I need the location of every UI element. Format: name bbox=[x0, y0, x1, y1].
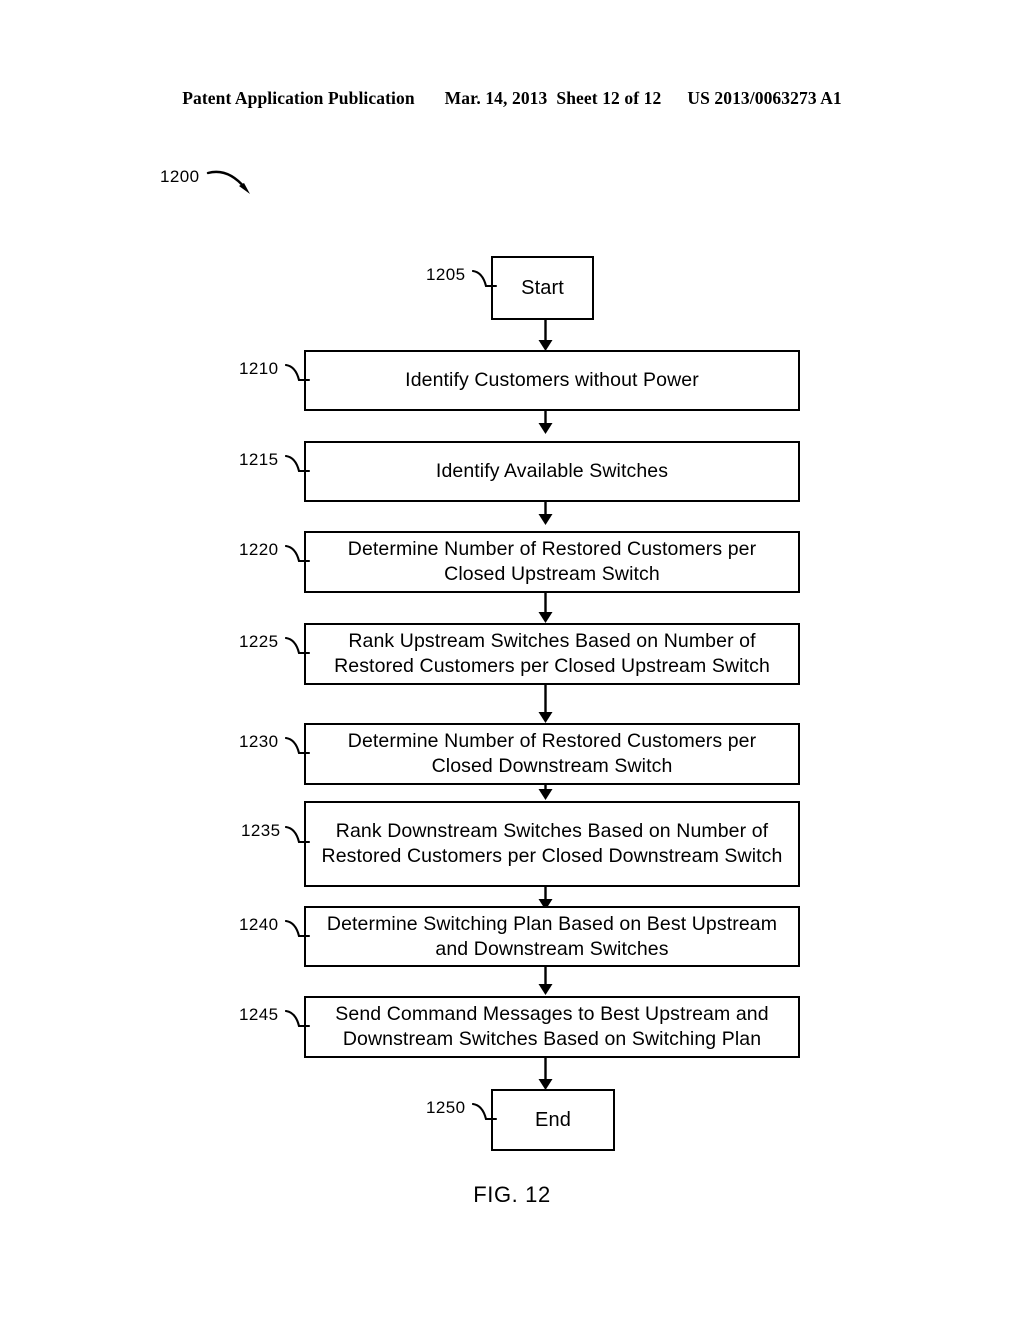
connector-arrow-1215-1220 bbox=[538, 502, 553, 525]
figure-caption: FIG. 12 bbox=[473, 1182, 551, 1207]
flow-node-start-label: Start bbox=[521, 276, 564, 299]
header-patent-number: US 2013/0063273 A1 bbox=[687, 88, 842, 108]
flow-node-identify-customers-label: Identify Customers without Power bbox=[405, 369, 699, 391]
patent-drawing-sheet: Patent Application Publication Mar. 14, 2… bbox=[0, 0, 1024, 1320]
connector-arrow-1210-1215 bbox=[538, 411, 553, 434]
reference-label-1235: 1235 bbox=[241, 821, 281, 840]
flow-node-determine-downstream-count-label: Determine Number of Restored Customers p… bbox=[347, 730, 757, 777]
flow-node-determine-switching-plan-label: Determine Switching Plan Based on Best U… bbox=[326, 912, 778, 960]
leader-line-1240 bbox=[285, 919, 311, 938]
flow-node-rank-upstream-label: Rank Upstream Switches Based on Number o… bbox=[334, 630, 770, 677]
connector-arrow-1220-1225 bbox=[538, 593, 553, 623]
reference-label-1205: 1205 bbox=[426, 265, 466, 284]
flow-node-rank-downstream[interactable]: Rank Downstream Switches Based on Number… bbox=[304, 801, 800, 887]
leader-line-1215 bbox=[285, 454, 311, 473]
flow-node-determine-upstream-count[interactable]: Determine Number of Restored Customers p… bbox=[304, 531, 800, 593]
flow-node-identify-switches-label: Identify Available Switches bbox=[435, 460, 669, 482]
reference-label-1230: 1230 bbox=[239, 732, 279, 751]
header-publication: Patent Application Publication bbox=[182, 88, 415, 108]
flow-node-determine-downstream-count[interactable]: Determine Number of Restored Customers p… bbox=[304, 723, 800, 785]
leader-line-1235 bbox=[285, 825, 311, 844]
flow-node-identify-switches[interactable]: Identify Available Switches bbox=[304, 441, 800, 502]
leader-line-1220 bbox=[285, 544, 311, 563]
flow-node-end[interactable]: End bbox=[491, 1089, 615, 1151]
flow-node-start[interactable]: Start bbox=[491, 256, 594, 320]
leader-line-1230 bbox=[285, 736, 311, 755]
flow-node-determine-switching-plan[interactable]: Determine Switching Plan Based on Best U… bbox=[304, 906, 800, 967]
leader-line-1250 bbox=[472, 1102, 498, 1121]
connector-arrow-1245-1250 bbox=[538, 1058, 553, 1090]
flow-node-rank-downstream-label: Rank Downstream Switches Based on Number… bbox=[321, 820, 783, 867]
leader-line-1210 bbox=[285, 363, 311, 382]
connector-arrow-1205-1210 bbox=[538, 319, 553, 351]
header-sheet: Sheet 12 of 12 bbox=[556, 88, 662, 108]
flow-node-end-label: End bbox=[535, 1108, 571, 1131]
leader-line-1205 bbox=[472, 269, 498, 288]
reference-label-1210: 1210 bbox=[239, 359, 279, 378]
connector-arrow-1230-1235 bbox=[538, 784, 553, 800]
reference-label-1225: 1225 bbox=[239, 632, 279, 651]
reference-label-1250: 1250 bbox=[426, 1098, 466, 1117]
header-date: Mar. 14, 2013 bbox=[444, 88, 548, 108]
reference-label-1240: 1240 bbox=[239, 915, 279, 934]
flow-node-send-command-messages[interactable]: Send Command Messages to Best Upstream a… bbox=[304, 996, 800, 1058]
diagram-reference-arrow-icon bbox=[206, 170, 250, 194]
sheet-header: Patent Application Publication Mar. 14, 2… bbox=[0, 88, 1024, 109]
reference-label-1245: 1245 bbox=[239, 1005, 279, 1024]
connector-arrow-1240-1245 bbox=[538, 967, 553, 995]
reference-label-1220: 1220 bbox=[239, 540, 279, 559]
leader-line-1245 bbox=[285, 1009, 311, 1028]
diagram-reference-1200: 1200 bbox=[160, 167, 200, 186]
flow-node-send-command-messages-label: Send Command Messages to Best Upstream a… bbox=[335, 1003, 769, 1050]
flow-node-rank-upstream[interactable]: Rank Upstream Switches Based on Number o… bbox=[304, 623, 800, 685]
leader-line-1225 bbox=[285, 636, 311, 655]
reference-label-1215: 1215 bbox=[239, 450, 279, 469]
connector-arrow-1225-1230 bbox=[538, 685, 553, 723]
flow-node-identify-customers[interactable]: Identify Customers without Power bbox=[304, 350, 800, 411]
flow-node-determine-upstream-count-label: Determine Number of Restored Customers p… bbox=[347, 538, 757, 585]
